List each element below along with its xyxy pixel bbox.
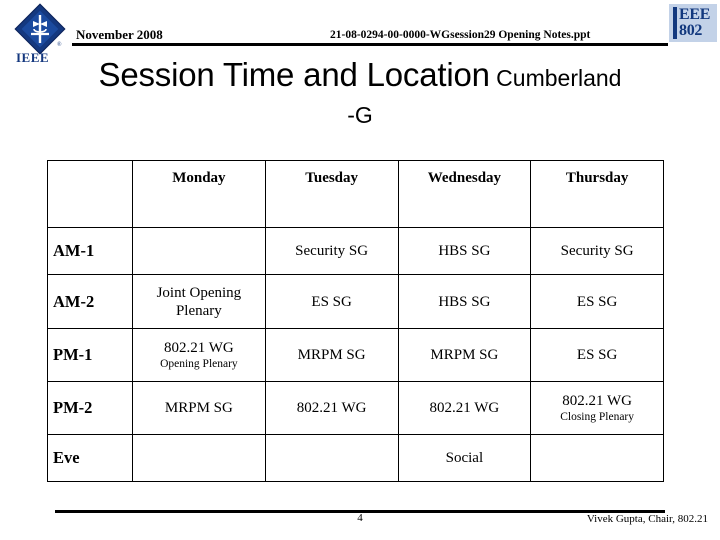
cell-pm2-monday: MRPM SG [132, 381, 266, 435]
table-row: AM-2 Joint Opening Plenary ES SG HBS SG … [47, 274, 664, 329]
ieee-802-bar [673, 7, 677, 39]
cell-pm2-thursday: 802.21 WG Closing Plenary [530, 381, 664, 435]
cell-text: 802.21 WG [296, 400, 367, 416]
session-schedule-table: Monday Tuesday Wednesday Thursday AM-1 S… [47, 160, 664, 482]
row-label-am1: AM-1 [47, 227, 133, 275]
cell-subtext: Opening Plenary [160, 358, 238, 370]
cell-text: Joint Opening Plenary [156, 284, 242, 319]
column-header-wednesday: Wednesday [397, 160, 532, 228]
table-row: AM-1 Security SG HBS SG Security SG [47, 227, 664, 275]
cell-text: ES SG [576, 293, 618, 310]
header-document-id: 21-08-0294-00-0000-WGsession29 Opening N… [330, 29, 591, 41]
ieee-802-line2: 802 [679, 22, 703, 39]
column-header-thursday: Thursday [530, 160, 664, 228]
cell-am1-tuesday: Security SG [264, 227, 399, 275]
column-header-monday: Monday [132, 160, 266, 228]
cell-am2-thursday: ES SG [530, 274, 664, 329]
cell-am1-wednesday: HBS SG [397, 227, 532, 275]
page-title-main: Session Time and Location [98, 56, 490, 93]
cell-pm1-wednesday: MRPM SG [397, 328, 532, 382]
cell-text: HBS SG [438, 293, 491, 310]
cell-text: Social [445, 450, 484, 466]
row-label-eve: Eve [47, 434, 133, 482]
cell-eve-monday [132, 434, 266, 482]
page-title: Session Time and Location Cumberland -G [0, 56, 720, 129]
cell-text: Security SG [560, 243, 634, 259]
table-row: PM-2 MRPM SG 802.21 WG 802.21 WG 802.21 … [47, 381, 664, 435]
cell-pm2-wednesday: 802.21 WG [397, 381, 532, 435]
table-row: Eve Social [47, 434, 664, 482]
cell-text: MRPM SG [164, 400, 233, 416]
slide-header: ® IEEE November 2008 21-08-0294-00-0000-… [0, 0, 720, 65]
cell-text: 802.21 WG [429, 400, 500, 416]
cell-eve-thursday [530, 434, 664, 482]
header-divider [72, 43, 668, 46]
page-title-line2: -G [347, 102, 373, 128]
table-header: Monday Tuesday Wednesday Thursday [47, 160, 664, 228]
table-header-row: Monday Tuesday Wednesday Thursday [47, 160, 664, 228]
table-row: PM-1 802.21 WG Opening Plenary MRPM SG MR… [47, 328, 664, 382]
cell-am2-wednesday: HBS SG [397, 274, 532, 329]
page-title-line1: Session Time and Location Cumberland [0, 56, 720, 101]
cell-text: HBS SG [438, 243, 491, 259]
cell-pm2-tuesday: 802.21 WG [264, 381, 399, 435]
ieee-802-logo: EEE 802 [669, 4, 717, 42]
cell-am1-monday [132, 227, 266, 275]
row-label-am2: AM-2 [47, 274, 133, 329]
cell-text: MRPM SG [297, 347, 366, 363]
table-body: AM-1 Security SG HBS SG Security SG AM-2… [47, 227, 664, 482]
cell-eve-wednesday: Social [397, 434, 532, 482]
cell-text: ES SG [576, 347, 618, 363]
cell-text: Security SG [295, 243, 369, 259]
cell-am2-tuesday: ES SG [264, 274, 399, 329]
cell-pm1-monday: 802.21 WG Opening Plenary [132, 328, 266, 382]
header-date: November 2008 [76, 27, 163, 42]
cell-am2-monday: Joint Opening Plenary [132, 274, 266, 329]
cell-text: 802.21 WG [562, 393, 632, 409]
cell-text: ES SG [311, 293, 352, 310]
column-header-blank [47, 160, 133, 228]
column-header-tuesday: Tuesday [264, 160, 399, 228]
ieee-802-line1: EEE [679, 6, 711, 23]
cell-text: MRPM SG [430, 347, 499, 363]
cell-subtext: Closing Plenary [560, 411, 635, 423]
cell-text: 802.21 WG [164, 340, 234, 356]
page-title-subtext: Cumberland [489, 65, 622, 91]
cell-eve-tuesday [264, 434, 399, 482]
registered-mark: ® [57, 42, 62, 48]
footer-credit: Vivek Gupta, Chair, 802.21 [586, 513, 708, 525]
ieee-logo: ® IEEE [10, 3, 72, 65]
cell-pm1-tuesday: MRPM SG [264, 328, 399, 382]
cell-am1-thursday: Security SG [530, 227, 664, 275]
row-label-pm1: PM-1 [47, 328, 133, 382]
row-label-pm2: PM-2 [47, 381, 133, 435]
cell-pm1-thursday: ES SG [530, 328, 664, 382]
